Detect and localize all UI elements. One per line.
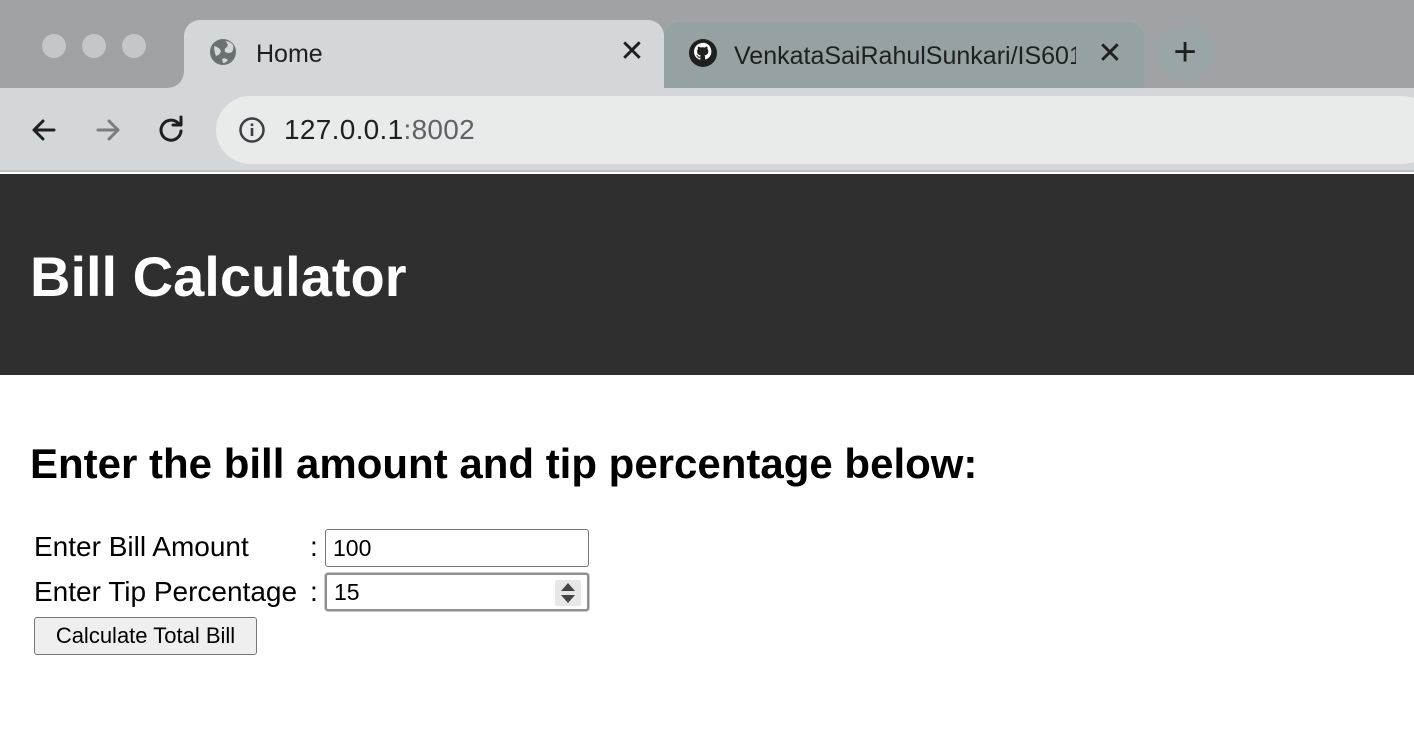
url-port: :8002 <box>403 114 476 145</box>
window-close-button[interactable] <box>42 34 66 58</box>
tab-github[interactable]: VenkataSaiRahulSunkari/IS601 ✕ <box>664 22 1144 88</box>
tab-strip: Home ✕ VenkataSaiRahulSunkari/IS601 ✕ + <box>0 0 1414 88</box>
forward-arrow-icon[interactable] <box>88 110 128 150</box>
bill-amount-label: Enter Bill Amount <box>34 531 249 562</box>
bill-amount-input[interactable] <box>325 529 589 567</box>
tip-percentage-label: Enter Tip Percentage <box>34 576 298 607</box>
page-title: Bill Calculator <box>30 245 407 308</box>
new-tab-button[interactable]: + <box>1158 26 1212 80</box>
window-maximize-button[interactable] <box>122 34 146 58</box>
tip-percentage-input[interactable] <box>325 573 589 611</box>
bill-amount-colon: : <box>310 531 318 562</box>
page-header: Bill Calculator <box>0 174 1414 375</box>
calculate-total-bill-button[interactable]: Calculate Total Bill <box>34 617 257 655</box>
back-arrow-icon[interactable] <box>24 110 64 150</box>
instructions-heading: Enter the bill amount and tip percentage… <box>30 440 978 487</box>
globe-icon <box>210 39 236 65</box>
browser-toolbar: 127.0.0.1:8002 <box>0 88 1414 172</box>
window-minimize-button[interactable] <box>82 34 106 58</box>
address-bar[interactable]: 127.0.0.1:8002 <box>216 96 1414 164</box>
tab-title: Home <box>256 40 323 68</box>
url-text: 127.0.0.1:8002 <box>284 114 475 146</box>
reload-icon[interactable] <box>152 110 192 150</box>
tab-home[interactable]: Home ✕ <box>168 20 680 88</box>
github-icon <box>689 39 717 67</box>
tab-title: VenkataSaiRahulSunkari/IS601 <box>734 42 1076 70</box>
tab-close-icon[interactable]: ✕ <box>1092 36 1128 72</box>
info-icon[interactable] <box>238 116 266 144</box>
url-host: 127.0.0.1 <box>284 114 404 145</box>
tab-close-icon[interactable]: ✕ <box>614 34 650 70</box>
number-spinner-icon[interactable] <box>555 580 581 606</box>
tip-percentage-colon: : <box>310 576 318 607</box>
